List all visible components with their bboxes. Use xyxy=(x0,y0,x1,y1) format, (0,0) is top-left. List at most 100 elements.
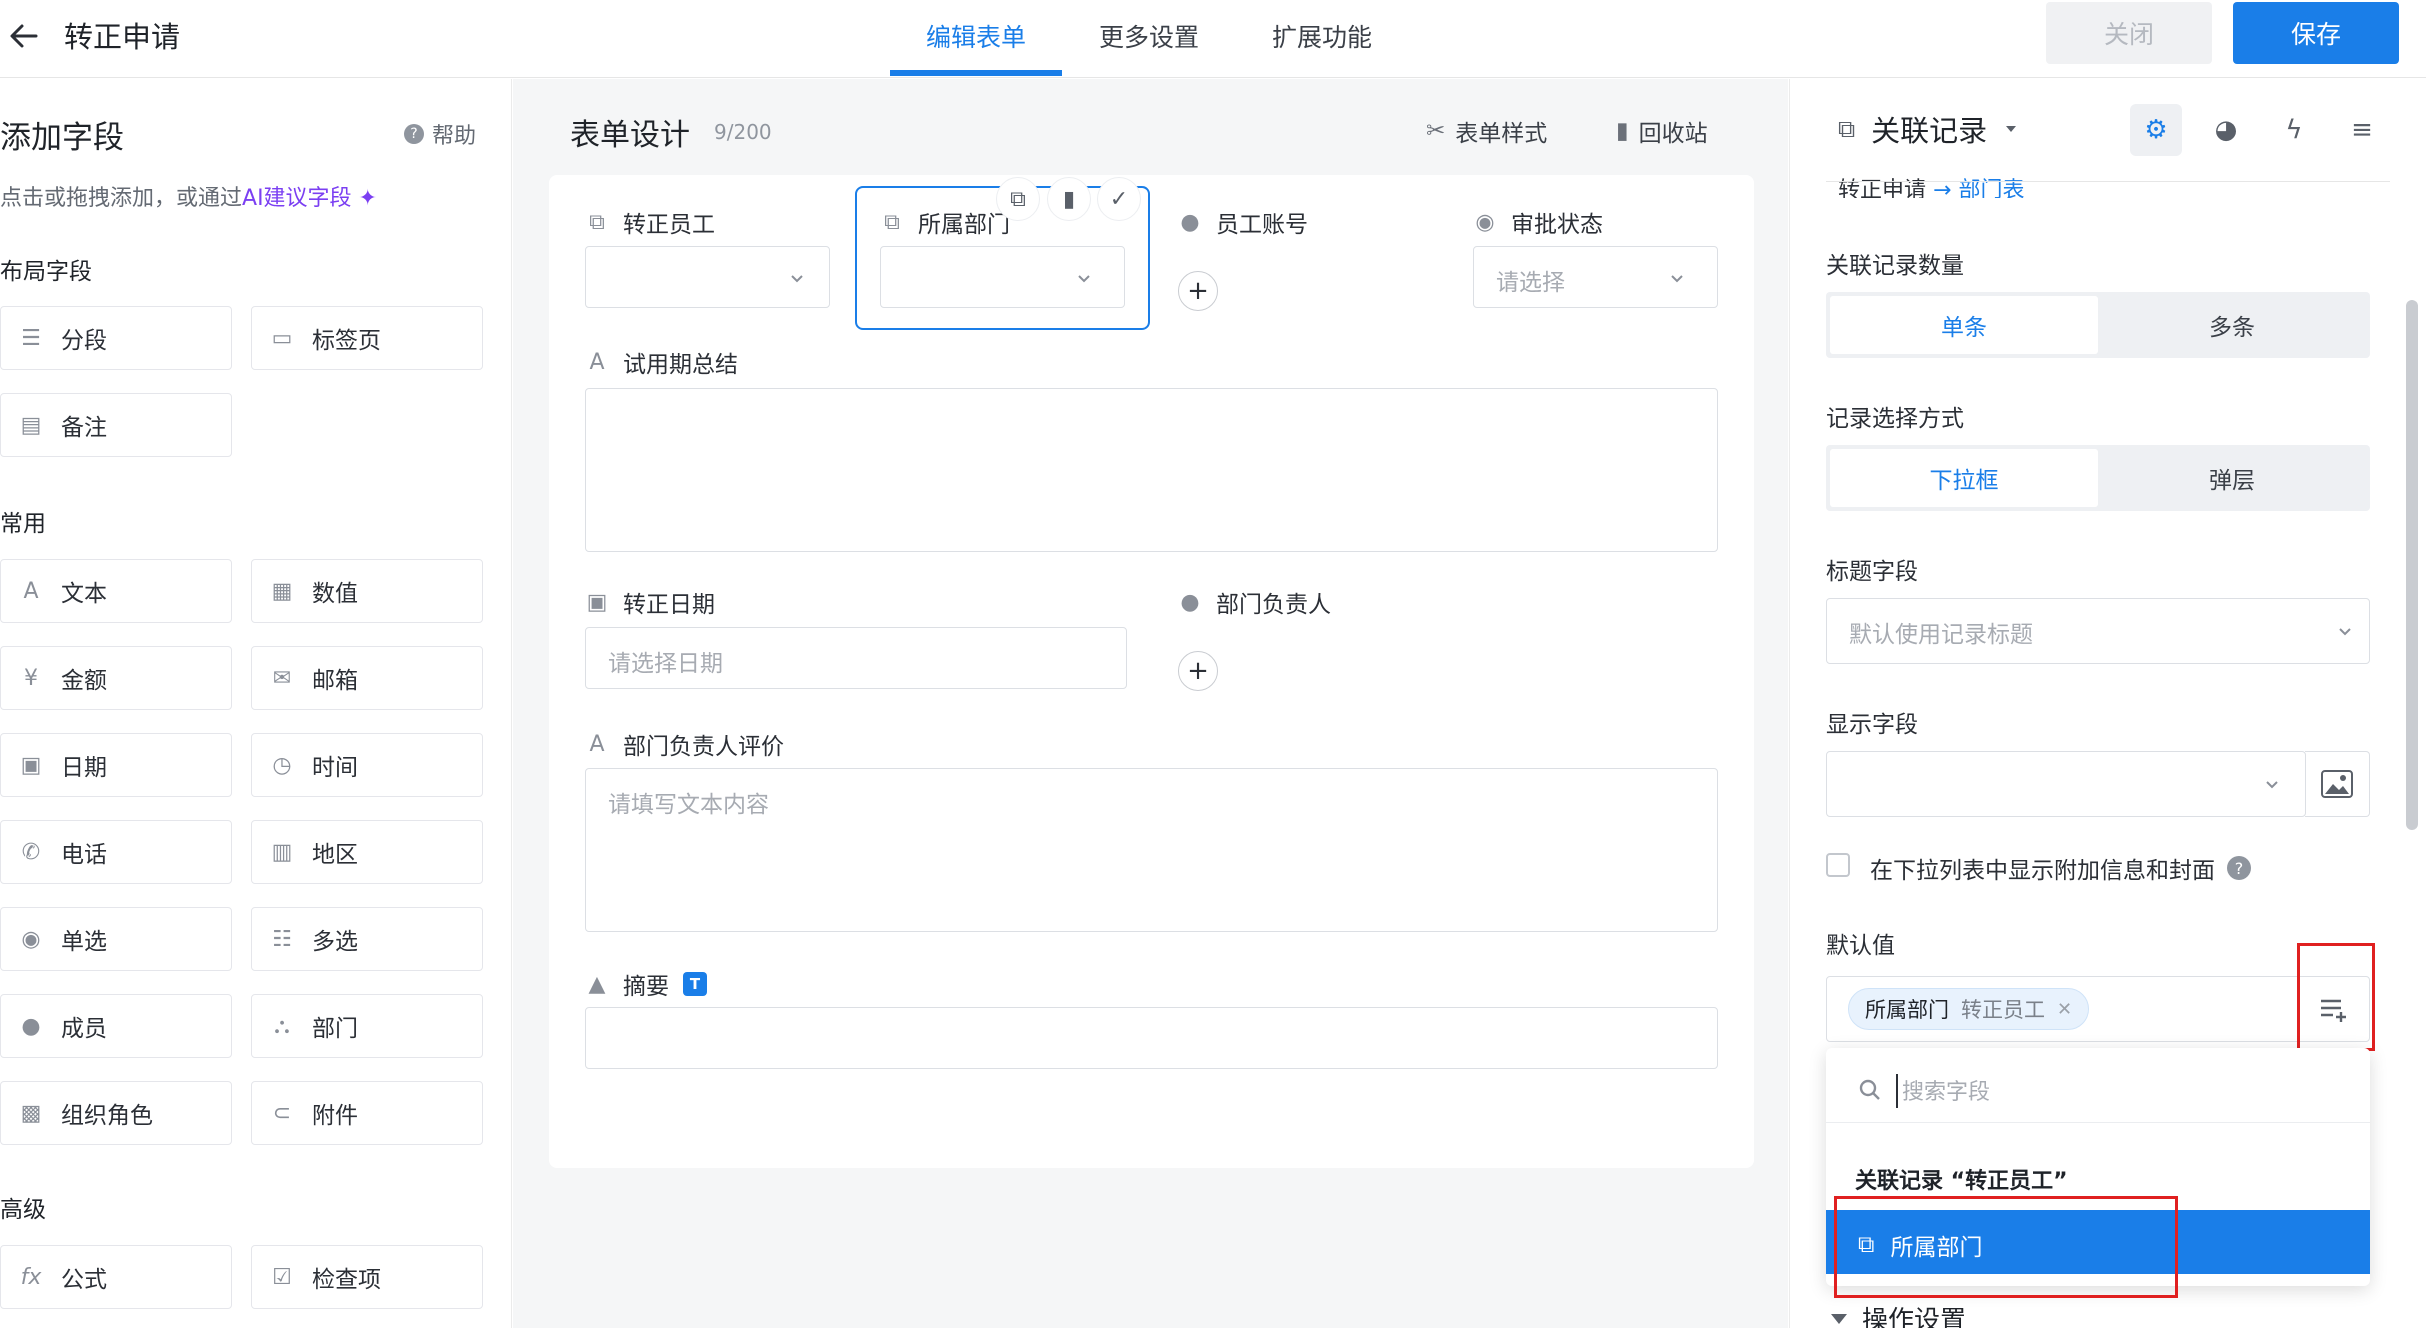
tab-edit-form[interactable]: 编辑表单 xyxy=(926,18,1026,54)
field-label-dept-head: ● 部门负责人 xyxy=(1178,585,1331,619)
dept-select[interactable] xyxy=(880,246,1125,308)
copy-icon[interactable]: ⧉ xyxy=(996,177,1040,221)
field-label-text: 摘要 xyxy=(623,974,669,1000)
field-btn-label: 公式 xyxy=(61,1267,107,1293)
field-btn-multi-select[interactable]: ☷ 多选 xyxy=(251,907,483,971)
gear-icon[interactable]: ⚙ xyxy=(2130,104,2182,156)
check-icon[interactable]: ✓ xyxy=(1097,177,1141,221)
palette-icon[interactable]: ◕ xyxy=(2200,104,2252,156)
close-icon[interactable]: ✕ xyxy=(2057,999,2072,1020)
field-label-text: 转正员工 xyxy=(623,212,715,238)
extra-info-row: 在下拉列表中显示附加信息和封面 ? xyxy=(1870,851,2251,885)
recycle-bin-button[interactable]: ▮ 回收站 xyxy=(1616,114,1708,148)
option-single[interactable]: 单条 xyxy=(1830,296,2098,354)
help-link[interactable]: ? 帮助 xyxy=(404,118,476,150)
abstract-input[interactable] xyxy=(585,1007,1718,1069)
field-btn-member[interactable]: ● 成员 xyxy=(0,994,232,1058)
field-btn-email[interactable]: ✉ 邮箱 xyxy=(251,646,483,710)
section-advanced-fields: 高级 xyxy=(0,1197,46,1223)
dept-head-eval-textarea[interactable]: 请填写文本内容 xyxy=(585,768,1718,932)
field-btn-label: 多选 xyxy=(312,929,358,955)
add-member-button[interactable]: + xyxy=(1178,271,1218,311)
user-circle-icon: ● xyxy=(1180,589,1200,615)
text-icon: A xyxy=(23,578,39,604)
close-button[interactable]: 关闭 xyxy=(2046,2,2212,64)
field-btn-single-select[interactable]: ◉ 单选 xyxy=(0,907,232,971)
date-input[interactable]: 请选择日期 xyxy=(585,627,1127,689)
cover-image-button[interactable] xyxy=(2305,751,2370,817)
display-field-select[interactable] xyxy=(1826,751,2306,817)
field-btn-region[interactable]: ▥ 地区 xyxy=(251,820,483,884)
field-btn-formula[interactable]: fx 公式 xyxy=(0,1245,232,1309)
trial-summary-textarea[interactable] xyxy=(585,388,1718,552)
link-record-icon: ⧉ xyxy=(1838,115,1856,143)
sort-lines-icon[interactable]: ≡ xyxy=(2336,104,2388,156)
tag-primary: 所属部门 xyxy=(1865,998,1949,1022)
id-card-icon: ▩ xyxy=(20,1100,42,1126)
extra-info-checkbox[interactable] xyxy=(1826,853,1850,877)
field-btn-number[interactable]: ▦ 数值 xyxy=(251,559,483,623)
back-arrow-icon[interactable] xyxy=(6,18,42,54)
field-btn-note[interactable]: ▤ 备注 xyxy=(0,393,232,457)
default-value-tag: 所属部门 转正员工 ✕ xyxy=(1848,988,2090,1030)
search-icon xyxy=(1859,1079,1880,1100)
field-type-label: 关联记录 xyxy=(1871,114,1988,148)
paperclip-icon: ⊂ xyxy=(272,1100,292,1126)
field-label-abstract: ▲ 摘要 T xyxy=(585,967,707,1001)
field-search-input[interactable]: 搜索字段 xyxy=(1896,1074,2296,1108)
action-settings-section[interactable]: 操作设置 xyxy=(1830,1300,1966,1328)
add-field-description: 点击或拖拽添加，或通过AI建议字段 ✦ xyxy=(0,180,377,212)
right-panel-scrollbar[interactable] xyxy=(2406,300,2418,830)
field-btn-attachment[interactable]: ⊂ 附件 xyxy=(251,1081,483,1145)
title-field-label: 标题字段 xyxy=(1826,559,1918,585)
field-btn-date[interactable]: ▣ 日期 xyxy=(0,733,232,797)
option-multiple[interactable]: 多条 xyxy=(2098,296,2366,354)
field-btn-amount[interactable]: ¥ 金额 xyxy=(0,646,232,710)
field-btn-checkbox[interactable]: ☑ 检查项 xyxy=(251,1245,483,1309)
tab-extensions[interactable]: 扩展功能 xyxy=(1272,18,1372,54)
employee-select[interactable] xyxy=(585,246,830,308)
add-dept-head-button[interactable]: + xyxy=(1178,651,1218,691)
field-btn-phone[interactable]: ✆ 电话 xyxy=(0,820,232,884)
brush-icon: ✂ xyxy=(1426,118,1446,144)
extra-info-label: 在下拉列表中显示附加信息和封面 xyxy=(1870,858,2215,884)
phone-icon: ✆ xyxy=(21,839,41,865)
option-popup[interactable]: 弹层 xyxy=(2098,449,2366,507)
field-btn-text[interactable]: A 文本 xyxy=(0,559,232,623)
field-btn-time[interactable]: ◷ 时间 xyxy=(251,733,483,797)
approval-placeholder: 请选择 xyxy=(1496,270,1565,296)
delete-icon[interactable]: ▮ xyxy=(1047,177,1091,221)
save-button[interactable]: 保存 xyxy=(2233,2,2399,64)
field-label-text: 审批状态 xyxy=(1511,212,1603,238)
lightning-icon[interactable]: ϟ xyxy=(2268,104,2320,156)
form-style-button[interactable]: ✂ 表单样式 xyxy=(1426,114,1547,148)
desc-prefix: 点击或拖拽添加，或通过 xyxy=(0,186,243,211)
field-count: 9/200 xyxy=(714,120,772,144)
field-btn-label: 日期 xyxy=(61,755,107,781)
tab-more-settings[interactable]: 更多设置 xyxy=(1099,18,1199,54)
date-placeholder: 请选择日期 xyxy=(608,651,723,677)
help-icon[interactable]: ? xyxy=(2227,856,2251,880)
field-label-trial-summary: A 试用期总结 xyxy=(585,345,738,379)
field-btn-tab-page[interactable]: ▭ 标签页 xyxy=(251,306,483,370)
display-field-label: 显示字段 xyxy=(1826,712,1918,738)
option-dropdown[interactable]: 下拉框 xyxy=(1830,449,2098,507)
action-settings-label: 操作设置 xyxy=(1862,1306,1967,1328)
text-icon: A xyxy=(589,731,605,757)
user-circle-icon: ● xyxy=(1180,209,1200,235)
field-label-text: 转正日期 xyxy=(623,592,715,618)
field-btn-label: 分段 xyxy=(61,328,107,354)
field-type-header[interactable]: ⧉ 关联记录 xyxy=(1838,108,2019,150)
ai-suggest-link[interactable]: AI建议字段 xyxy=(242,186,352,211)
field-btn-org-role[interactable]: ▩ 组织角色 xyxy=(0,1081,232,1145)
field-btn-department[interactable]: ⛬ 部门 xyxy=(251,994,483,1058)
add-field-title: 添加字段 xyxy=(0,120,124,156)
approval-select[interactable]: 请选择 xyxy=(1473,246,1718,308)
field-label-text: 部门负责人评价 xyxy=(623,734,784,760)
tag-secondary: 转正员工 xyxy=(1961,998,2045,1022)
radio-icon: ◉ xyxy=(1475,209,1495,235)
title-field-select[interactable]: 默认使用记录标题 xyxy=(1826,598,2370,664)
field-btn-section[interactable]: ☰ 分段 xyxy=(0,306,232,370)
section-common-fields: 常用 xyxy=(0,511,46,537)
field-label-text: 部门负责人 xyxy=(1216,592,1331,618)
